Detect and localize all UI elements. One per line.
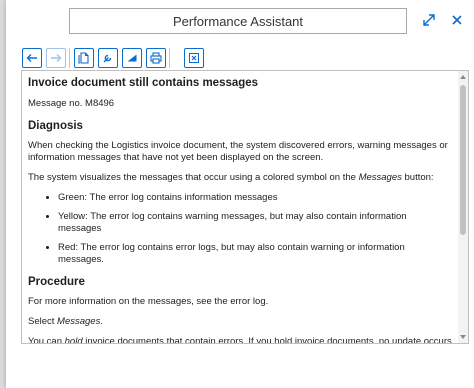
close-box-icon[interactable] xyxy=(184,48,204,68)
diagnosis-visualization-text: The system visualizes the messages that … xyxy=(28,172,452,184)
text-fragment: . xyxy=(100,316,103,327)
text-fragment: You can xyxy=(28,336,65,344)
hold-term: hold xyxy=(64,336,83,344)
help-content: Invoice document still contains messages… xyxy=(22,71,458,344)
procedure-text: For more information on the messages, se… xyxy=(28,296,269,307)
messages-term: Messages xyxy=(57,316,101,327)
procedure-heading: Procedure xyxy=(28,276,85,288)
scroll-down-icon[interactable] xyxy=(460,335,466,339)
close-icon[interactable] xyxy=(446,9,468,31)
arrow-right-icon[interactable] xyxy=(46,48,66,68)
wrench-icon[interactable] xyxy=(98,48,118,68)
message-number: Message no. M8496 xyxy=(28,98,115,109)
resize-icon[interactable] xyxy=(418,9,440,31)
text-fragment: The system visualizes the messages that … xyxy=(28,172,359,183)
message-title: Invoice document still contains messages xyxy=(28,77,259,89)
dialog-title: Performance Assistant xyxy=(69,8,407,34)
scrollbar-thumb[interactable] xyxy=(460,85,466,235)
scroll-up-icon[interactable] xyxy=(460,75,466,79)
performance-assistant-dialog: Performance Assistant Invoice document s… xyxy=(6,0,474,388)
toolbar-separator xyxy=(69,48,70,68)
text-fragment: Select xyxy=(28,316,58,327)
list-item-green: Green: The error log contains informatio… xyxy=(58,192,452,204)
messages-term: Messages xyxy=(358,172,402,183)
flag-icon[interactable] xyxy=(122,48,142,68)
procedure-hold-text: You can hold invoice documents that cont… xyxy=(28,336,452,344)
text-fragment: button: xyxy=(401,172,434,183)
print-icon[interactable] xyxy=(146,48,166,68)
diagnosis-heading: Diagnosis xyxy=(28,120,83,132)
procedure-select-text: Select Messages. xyxy=(28,316,452,328)
toolbar-separator xyxy=(169,48,170,68)
list-item-yellow: Yellow: The error log contains warning m… xyxy=(58,211,452,235)
arrow-left-icon[interactable] xyxy=(22,48,42,68)
document-icon[interactable] xyxy=(74,48,94,68)
diagnosis-text: When checking the Logistics invoice docu… xyxy=(28,140,448,163)
help-content-frame[interactable]: Invoice document still contains messages… xyxy=(21,70,469,344)
message-color-list: Green: The error log contains informatio… xyxy=(28,192,452,266)
list-item-red: Red: The error log contains error logs, … xyxy=(58,242,452,266)
vertical-scrollbar[interactable] xyxy=(458,71,468,343)
text-fragment: invoice documents that contain errors. I… xyxy=(85,336,452,344)
